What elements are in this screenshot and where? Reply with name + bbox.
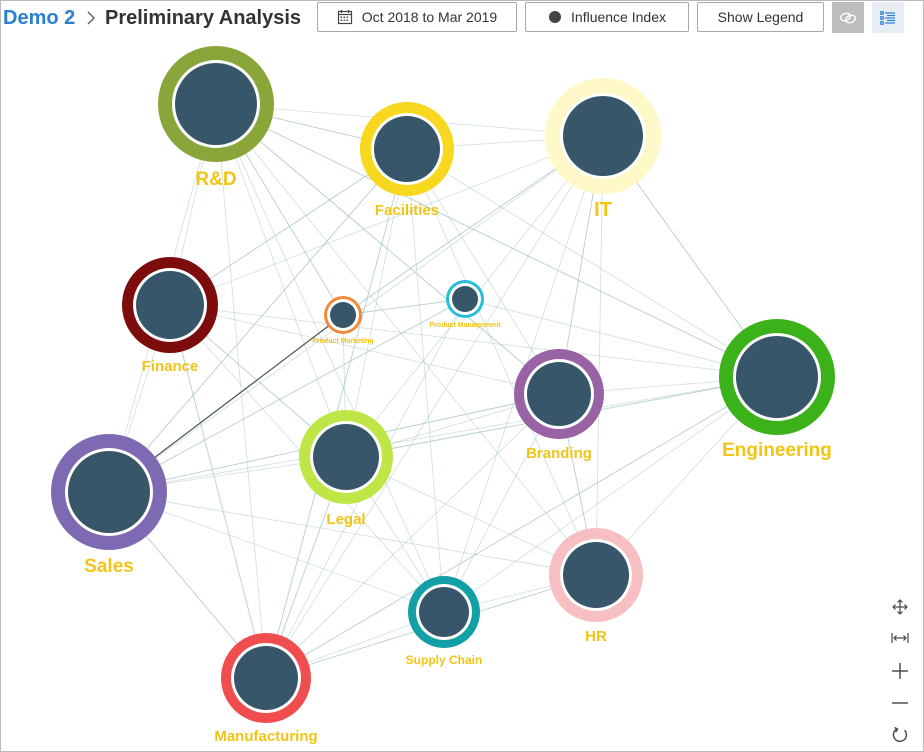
node-core xyxy=(452,286,478,312)
graph-edge xyxy=(215,103,267,679)
influence-index-button[interactable]: Influence Index xyxy=(525,2,689,32)
link-icon xyxy=(839,12,857,23)
header-bar: Demo 2 Preliminary Analysis Oct 2018 to … xyxy=(0,0,924,38)
graph-edge xyxy=(108,491,597,576)
node-core xyxy=(330,302,356,328)
date-range-button[interactable]: Oct 2018 to Mar 2019 xyxy=(317,2,517,32)
graph-node-product-marketing[interactable]: Product Marketing xyxy=(312,296,374,345)
zoom-out-button[interactable] xyxy=(888,691,912,715)
calendar-icon xyxy=(337,9,353,25)
graph-node-manufacturing[interactable]: Manufacturing xyxy=(214,633,318,745)
node-core xyxy=(234,646,298,710)
influence-index-label: Influence Index xyxy=(571,9,666,25)
show-legend-button[interactable]: Show Legend xyxy=(697,2,824,32)
graph-node-it[interactable]: IT xyxy=(545,78,661,221)
network-graph[interactable]: R&D Facilities IT Finance Product Marketing P… xyxy=(0,38,924,752)
minus-icon xyxy=(892,702,908,704)
node-label: Manufacturing xyxy=(214,728,317,745)
node-label: Finance xyxy=(142,358,199,375)
node-core xyxy=(563,542,629,608)
graph-edge xyxy=(215,103,778,378)
node-label: Engineering xyxy=(722,440,832,461)
graph-edge xyxy=(108,376,778,493)
plus-icon xyxy=(892,663,908,679)
move-arrows-icon xyxy=(892,599,908,615)
breadcrumb-root-link[interactable]: Demo 2 xyxy=(3,7,75,30)
node-label: IT xyxy=(594,199,612,221)
node-core xyxy=(527,362,591,426)
graph-edge xyxy=(169,304,560,395)
graph-node-branding[interactable]: Branding xyxy=(514,349,604,462)
node-core xyxy=(374,116,440,182)
node-core xyxy=(313,424,379,490)
list-view-button[interactable] xyxy=(872,2,904,33)
node-label: Product Management xyxy=(429,322,501,329)
node-core xyxy=(419,587,469,637)
graph-node-sales[interactable]: Sales xyxy=(51,434,167,577)
node-core xyxy=(563,96,643,176)
node-label: R&D xyxy=(195,169,236,190)
graph-node-engineering[interactable]: Engineering xyxy=(719,319,835,461)
fit-width-icon xyxy=(891,633,909,643)
graph-node-supply-chain[interactable]: Supply Chain xyxy=(406,576,483,667)
node-core xyxy=(136,271,204,339)
date-range-label: Oct 2018 to Mar 2019 xyxy=(361,9,498,25)
reset-view-button[interactable] xyxy=(888,723,912,747)
zoom-in-button[interactable] xyxy=(888,659,912,683)
list-view-icon xyxy=(880,10,895,25)
node-label: Branding xyxy=(526,445,592,462)
graph-node-hr[interactable]: HR xyxy=(549,528,643,645)
link-toggle-button[interactable] xyxy=(832,2,864,33)
chevron-right-icon xyxy=(87,11,96,25)
graph-node-legal[interactable]: Legal xyxy=(299,410,393,528)
node-layer: R&D Facilities IT Finance Product Marketing P… xyxy=(51,46,835,745)
refresh-icon xyxy=(892,726,908,742)
node-label: Facilities xyxy=(375,202,439,219)
node-core xyxy=(68,451,150,533)
graph-node-product-management[interactable]: Product Management xyxy=(429,280,501,329)
node-label: HR xyxy=(585,628,607,645)
pan-button[interactable] xyxy=(888,595,912,619)
graph-node-rd[interactable]: R&D xyxy=(158,46,274,190)
show-legend-label: Show Legend xyxy=(717,9,804,25)
fit-width-button[interactable] xyxy=(888,626,912,650)
filled-circle-icon xyxy=(548,10,562,24)
node-core xyxy=(175,63,257,145)
node-label: Supply Chain xyxy=(406,653,483,667)
node-label: Sales xyxy=(84,556,134,577)
node-label: Legal xyxy=(326,511,365,528)
page-title: Preliminary Analysis xyxy=(105,7,302,29)
graph-node-finance[interactable]: Finance xyxy=(122,257,218,375)
node-core xyxy=(736,336,818,418)
node-label: Product Marketing xyxy=(312,338,373,345)
